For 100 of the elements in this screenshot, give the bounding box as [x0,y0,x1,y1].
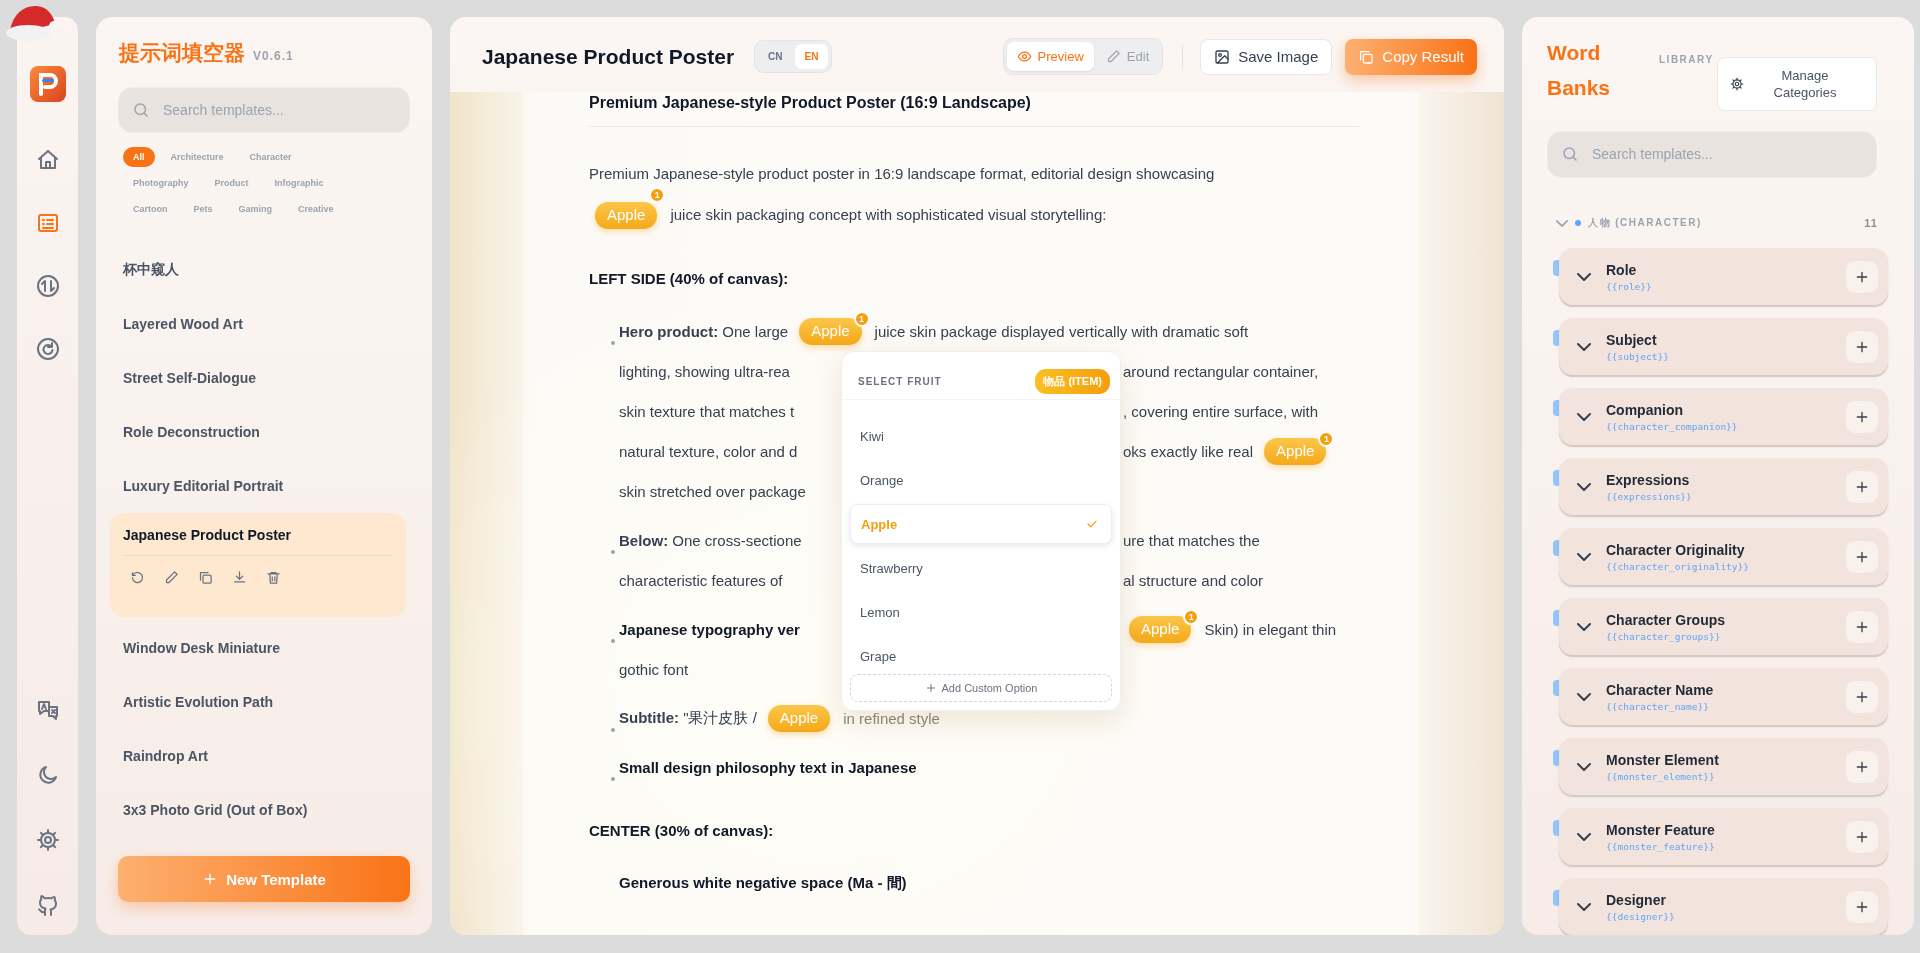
add-option-button[interactable]: Add Custom Option [850,674,1112,702]
bank-name: Monster Feature [1606,821,1716,838]
prompt-text: Hero product: One large [619,322,789,340]
prompt-text: characteristic features of [619,571,783,589]
add-word-button[interactable] [1846,400,1878,433]
logo-icon[interactable] [29,66,66,102]
add-word-button[interactable] [1846,610,1878,643]
template-item[interactable]: Raindrop Art [110,729,406,783]
category-dot [1575,220,1581,227]
word-bank-card[interactable]: Subject {{subject}} [1559,318,1888,375]
category-name: 人物 (CHARACTER) [1588,216,1702,231]
search-field[interactable]: Search templates... [118,87,410,133]
count-badge: 1 [649,187,666,203]
template-item[interactable]: 杯中窥人 [110,243,406,297]
bank-variable: {{expressions}} [1606,490,1693,502]
template-item[interactable]: Japanese Product Poster [110,513,406,617]
template-title: Japanese Product Poster [123,527,393,556]
save-image-button[interactable]: Save Image [1200,38,1333,75]
word-bank-card[interactable]: Expressions {{expressions}} [1559,458,1888,515]
template-item[interactable]: Artistic Evolution Path [110,675,406,729]
library-label: LIBRARY [1659,54,1714,65]
prompt-text: ure that matches the [1123,531,1260,549]
dropdown-option[interactable]: Kiwi [850,414,1112,458]
dropdown-option[interactable]: Orange [850,458,1112,502]
add-word-button[interactable] [1846,680,1878,713]
add-word-button[interactable] [1846,820,1878,853]
word-bank-card[interactable]: Character Groups {{character_groups}} [1559,598,1888,655]
prompt-text: Subtitle: "果汁皮肤 / [619,708,757,728]
word-bank-card[interactable]: Character Name {{character_name}} [1559,668,1888,725]
add-word-button[interactable] [1846,540,1878,573]
prompt-text: Skin) in elegant thin [1204,620,1337,638]
undo-icon [129,569,145,585]
word-bank-card[interactable]: Monster Element {{monster_element}} [1559,738,1888,795]
add-word-button[interactable] [1846,890,1878,923]
search-icon [132,101,150,119]
chevron-icon [1577,832,1591,841]
prompt-text: Generous white negative space (Ma - 間) [619,873,907,893]
add-word-button[interactable] [1846,260,1878,293]
bank-variable: {{subject}} [1606,350,1670,362]
copy-icon [197,569,213,585]
add-word-button[interactable] [1846,470,1878,503]
section-heading: LEFT SIDE (40% of canvas): [589,269,790,289]
dropdown-title: SELECT FRUIT [858,376,942,387]
template-item[interactable]: Street Self-Dialogue [110,351,406,405]
chevron-icon [1577,902,1591,911]
word-bank-card[interactable]: Role {{role}} [1559,248,1888,305]
prompt-text: juice skin packaging concept with sophisticated visual storytelling: [670,206,1107,223]
settings-icon [35,828,60,852]
chevron-icon [1577,622,1591,631]
template-list-icon [35,211,60,235]
app-title: 提示词填空器 [119,40,245,66]
section-heading: CENTER (30% of canvas): [589,821,775,841]
bank-variable: {{character_groups}} [1606,630,1722,642]
prompt-text: gothic font [619,660,689,678]
word-bank-card[interactable]: Character Originality {{character_originality}} [1559,528,1888,585]
dropdown-option[interactable]: Grape [850,634,1112,668]
bank-variable: {{character_originality}} [1606,560,1750,572]
bank-variable: {{monster_element}} [1606,770,1716,782]
chevron-icon [1577,762,1591,771]
template-item[interactable]: Layered Wood Art [110,297,406,351]
bank-name: Role [1606,261,1638,278]
prompt-text: Small design philosophy text in Japanese [619,758,917,776]
word-bank-card[interactable]: Monster Feature {{monster_feature}} [1559,808,1888,865]
download-icon [231,569,247,585]
search-icon [1561,145,1579,164]
word-bank-card[interactable]: Designer {{designer}} [1559,878,1888,935]
refresh-icon [35,337,60,361]
add-word-button[interactable] [1846,750,1878,783]
word-bank-card[interactable]: Companion {{character_companion}} [1559,388,1888,445]
trash-icon [265,569,281,585]
template-item[interactable]: 3x3 Photo Grid (Out of Box) [110,783,406,837]
add-word-button[interactable] [1846,330,1878,363]
template-item[interactable]: Role Deconstruction [110,405,406,459]
chevron-icon [1577,482,1591,491]
bank-variable: {{character_name}} [1606,700,1710,712]
template-item[interactable]: Luxury Editorial Portrait [110,459,406,513]
dropdown-option[interactable]: Strawberry [850,546,1112,590]
prompt-text: oks exactly like real [1123,442,1254,460]
chevron-icon [1556,219,1568,227]
bank-name: Character Groups [1606,611,1727,628]
chevron-icon [1577,342,1591,351]
category-tag: 物品 (ITEM) [1035,369,1110,394]
prompt-title: Premium Japanese-style Product Poster (16:9 Landscape) [589,92,1359,127]
prompt-text: al structure and color [1123,571,1264,589]
template-item[interactable]: Window Desk Miniature [110,621,406,675]
bank-variable: {{character_companion}} [1606,420,1739,432]
category-count: 11 [1864,217,1878,230]
manage-categories-button[interactable]: Manage Categories [1717,57,1877,111]
count-badge: 1 [1318,430,1335,447]
image-icon [1214,48,1231,65]
panel-title: Word Banks [1547,40,1612,101]
prompt-text: lighting, showing ultra-rea [619,362,790,380]
language-option[interactable]: CN [758,44,793,69]
home-icon [35,148,60,172]
prompt-text: around rectangular container, [1123,362,1319,380]
bank-variable: {{role}} [1606,280,1653,292]
dropdown-option[interactable]: Lemon [850,590,1112,634]
search-field[interactable]: Search templates... [1547,131,1877,178]
version-label: V0.6.1 [253,49,294,63]
translate-icon [35,698,60,722]
